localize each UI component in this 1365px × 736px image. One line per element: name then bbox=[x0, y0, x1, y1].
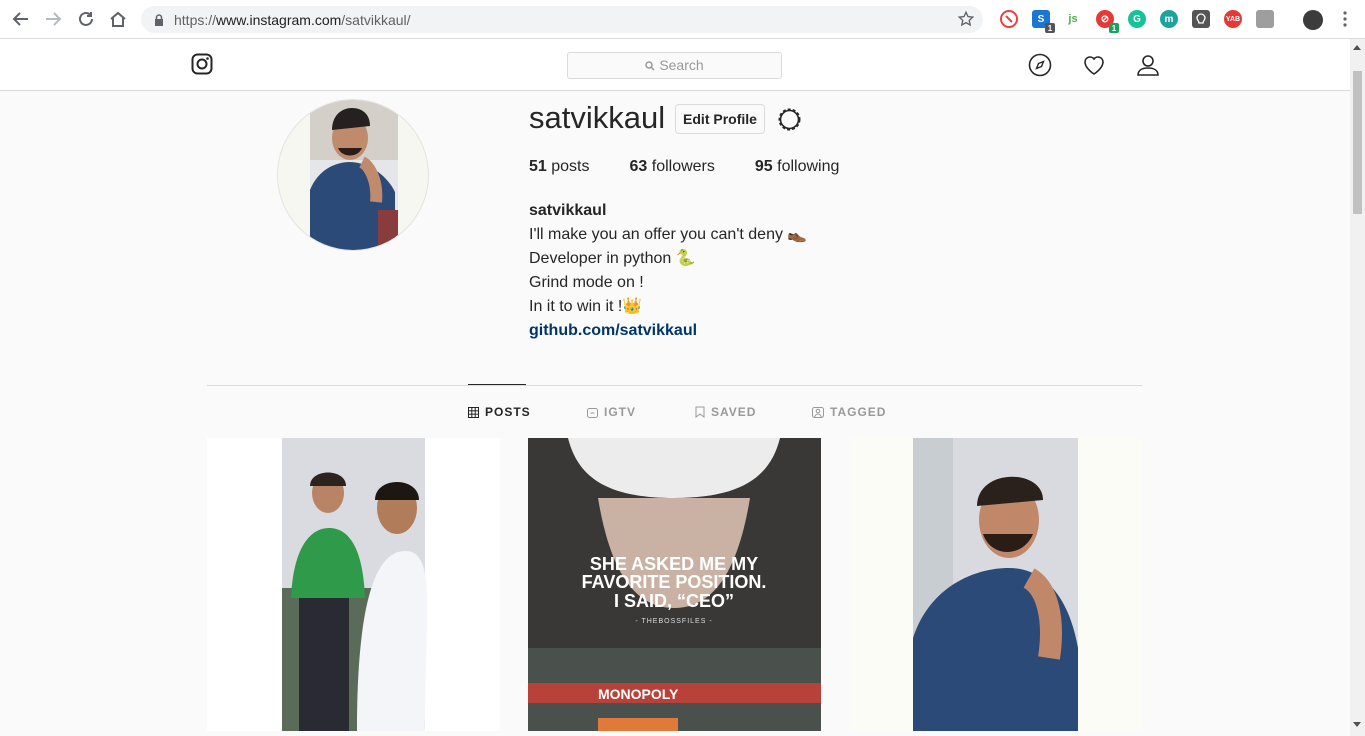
grammarly-icon[interactable]: G bbox=[1128, 10, 1146, 28]
tabs-divider bbox=[207, 385, 1142, 386]
heart-icon[interactable] bbox=[1082, 53, 1106, 82]
bio-name: satvikkaul bbox=[529, 202, 607, 219]
active-tab-indicator bbox=[468, 384, 526, 385]
bookmark-icon bbox=[695, 406, 705, 418]
posts-stat: 51 posts bbox=[529, 158, 590, 175]
tab-posts[interactable]: POSTS bbox=[468, 405, 531, 419]
post-caption-line: FAVORITE POSITION. bbox=[582, 572, 767, 592]
followers-stat[interactable]: 63 followers bbox=[630, 158, 715, 176]
explore-compass-icon[interactable] bbox=[1028, 53, 1052, 82]
address-bar[interactable]: https://www.instagram.com/satvikkaul/ bbox=[141, 6, 983, 33]
ghostery-icon[interactable] bbox=[1000, 10, 1018, 28]
tab-tagged[interactable]: TAGGED bbox=[812, 405, 886, 419]
back-arrow-icon[interactable] bbox=[10, 8, 32, 30]
settings-gear-icon[interactable] bbox=[776, 106, 803, 138]
bio-line: Grind mode on ! bbox=[529, 274, 644, 291]
reload-icon[interactable] bbox=[75, 8, 97, 30]
post-caption-line: I SAID, “CEO” bbox=[614, 591, 734, 611]
search-icon bbox=[645, 54, 655, 79]
grid-icon bbox=[468, 406, 479, 418]
instagram-logo-icon[interactable] bbox=[191, 53, 213, 80]
yab-extension-icon[interactable]: YAB bbox=[1224, 10, 1242, 28]
block-extension-icon[interactable]: ⊘ 1 bbox=[1096, 10, 1119, 33]
url-text: https://www.instagram.com/satvikkaul/ bbox=[174, 12, 411, 28]
tagged-icon bbox=[812, 406, 824, 418]
scroll-thumb[interactable] bbox=[1353, 71, 1362, 214]
tab-posts-label: POSTS bbox=[485, 405, 531, 419]
post-thumbnail[interactable]: SHE ASKED ME MY FAVORITE POSITION. I SAI… bbox=[528, 438, 821, 731]
js-extension-icon[interactable]: js bbox=[1064, 10, 1082, 28]
tab-igtv-label: IGTV bbox=[604, 405, 637, 419]
post-caption-line: SHE ASKED ME MY bbox=[590, 554, 758, 574]
post-caption-credit: - THEBOSSFILES - bbox=[635, 618, 712, 625]
profile-user-icon[interactable] bbox=[1136, 53, 1160, 82]
page-scrollbar[interactable] bbox=[1350, 39, 1365, 736]
scroll-down-icon[interactable] bbox=[1353, 722, 1361, 727]
tab-tagged-label: TAGGED bbox=[830, 405, 887, 419]
post-board-text: MONOPOLY bbox=[598, 686, 679, 702]
profile-stats: 51 posts 63 followers 95 following bbox=[529, 158, 839, 176]
bio-line: In it to win it !👑 bbox=[529, 298, 643, 315]
bio-line: Developer in python 🐍 bbox=[529, 250, 696, 267]
igtv-icon bbox=[587, 407, 598, 418]
edit-profile-button[interactable]: Edit Profile bbox=[675, 104, 765, 134]
following-stat[interactable]: 95 following bbox=[755, 158, 840, 176]
post-thumbnail[interactable] bbox=[849, 438, 1142, 731]
menu-dots-icon[interactable] bbox=[1334, 8, 1356, 30]
search-input[interactable]: Search bbox=[567, 52, 782, 79]
browser-toolbar: https://www.instagram.com/satvikkaul/ S1… bbox=[0, 0, 1365, 39]
forward-arrow-icon[interactable] bbox=[42, 8, 64, 30]
search-placeholder: Search bbox=[659, 57, 704, 73]
lock-icon bbox=[154, 13, 164, 31]
profile-bio: satvikkaul I'll make you an offer you ca… bbox=[529, 199, 807, 343]
profile-username: satvikkaul bbox=[529, 100, 666, 135]
s-extension-icon[interactable]: S1 bbox=[1032, 10, 1055, 33]
tab-saved[interactable]: SAVED bbox=[695, 405, 756, 419]
instagram-header: Search bbox=[0, 39, 1350, 91]
m-extension-icon[interactable]: m bbox=[1160, 10, 1178, 28]
tab-saved-label: SAVED bbox=[711, 405, 757, 419]
post-thumbnail[interactable] bbox=[207, 438, 500, 731]
bio-line: I'll make you an offer you can't deny 👞 bbox=[529, 226, 808, 243]
keeper-icon[interactable] bbox=[1192, 10, 1210, 28]
profile-avatar[interactable] bbox=[277, 99, 429, 251]
tab-igtv[interactable]: IGTV bbox=[587, 405, 636, 419]
scroll-up-icon[interactable] bbox=[1353, 45, 1361, 50]
gray-extension-icon[interactable] bbox=[1256, 10, 1274, 28]
home-icon[interactable] bbox=[107, 8, 129, 30]
bookmark-star-icon[interactable] bbox=[957, 10, 975, 33]
bio-website-link[interactable]: github.com/satvikkaul bbox=[529, 319, 807, 343]
profile-avatar-icon[interactable] bbox=[1303, 10, 1323, 30]
